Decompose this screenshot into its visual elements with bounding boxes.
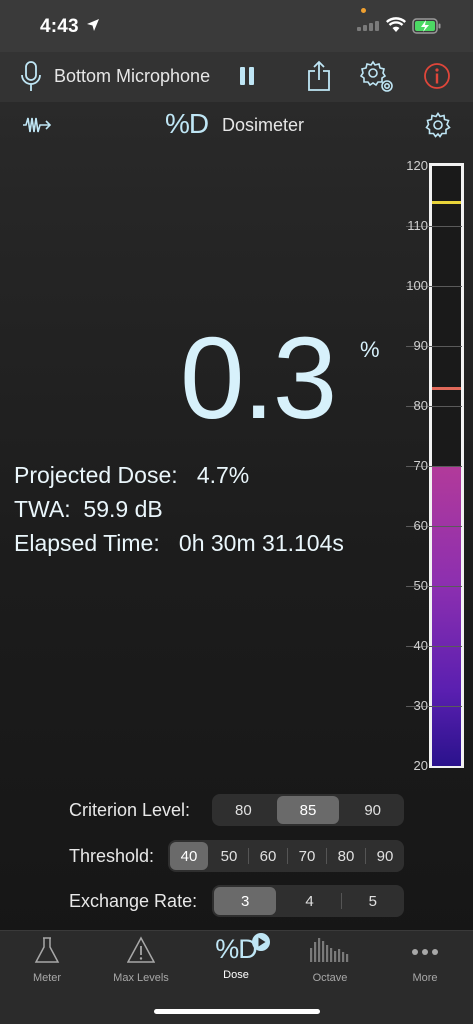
tab-meter[interactable]: Meter [2, 936, 92, 984]
meter-scale-label: 30 [413, 698, 428, 713]
tab-max-levels[interactable]: Max Levels [96, 936, 186, 984]
criterion-option-90[interactable]: 90 [341, 796, 404, 824]
location-arrow-icon [87, 19, 99, 31]
privacy-indicator-dot [361, 8, 366, 13]
more-dots-icon [412, 949, 438, 955]
meter-marker-line [432, 387, 461, 390]
threshold-option-60[interactable]: 60 [249, 842, 287, 870]
meter-level-fill [432, 466, 461, 766]
tab-label: Max Levels [113, 972, 169, 984]
meter-scale-label: 80 [413, 398, 428, 413]
wifi-icon [386, 17, 406, 32]
threshold-control[interactable]: 40 50 60 70 80 90 [168, 840, 404, 872]
projected-dose-value: 4.7% [196, 462, 250, 488]
pause-icon[interactable] [238, 66, 256, 86]
dose-unit: % [360, 337, 380, 362]
info-icon[interactable] [423, 62, 451, 90]
exchange-rate-label: Exchange Rate: [69, 891, 198, 911]
exchange-option-5[interactable]: 5 [342, 887, 404, 915]
play-badge-icon [251, 933, 270, 951]
meter-scale-label: 120 [406, 158, 428, 173]
meter-scale-label: 60 [413, 518, 428, 533]
meter-scale-label: 40 [413, 638, 428, 653]
meter-peak-line [432, 201, 461, 204]
tab-more[interactable]: More [380, 936, 470, 984]
twa-label: TWA: [14, 496, 71, 522]
threshold-option-90[interactable]: 90 [366, 842, 404, 870]
gear-icon[interactable] [425, 112, 451, 138]
criterion-option-80[interactable]: 80 [212, 796, 275, 824]
flask-icon [34, 937, 60, 963]
criterion-option-85[interactable]: 85 [276, 796, 340, 824]
exchange-option-4[interactable]: 4 [278, 887, 340, 915]
threshold-option-70[interactable]: 70 [288, 842, 326, 870]
microphone-icon[interactable] [20, 60, 42, 94]
meter-scale-label: 110 [407, 218, 428, 233]
audio-settings-gear-icon[interactable] [360, 60, 396, 94]
waveform-icon[interactable] [22, 114, 56, 136]
exchange-rate-control[interactable]: 345 [212, 885, 404, 917]
tab-label: Meter [32, 972, 62, 984]
meter-scale-label: 90 [413, 338, 428, 353]
dose-logo: %D [165, 108, 209, 139]
dose-icon: %D [215, 933, 270, 966]
page-title: Dosimeter [222, 115, 305, 135]
exchange-option-3[interactable]: 3 [214, 887, 277, 915]
elapsed-time-value: 0h 30m 31.104s [178, 530, 344, 556]
tab-label: Octave [312, 972, 348, 984]
meter-scale-label: 50 [413, 578, 428, 593]
projected-dose-label: Projected Dose: [14, 462, 178, 488]
threshold-label: Threshold: [69, 846, 155, 866]
threshold-option-40[interactable]: 40 [170, 842, 208, 870]
meter-scale-label: 20 [413, 758, 428, 773]
criterion-level-label: Criterion Level: [69, 800, 191, 820]
elapsed-time: Elapsed Time: 0h 30m 31.104s [14, 530, 344, 557]
status-time: 4:43 [40, 16, 79, 37]
criterion-level-control[interactable]: 80 85 90 [212, 794, 404, 826]
cellular-signal-icon [357, 21, 379, 31]
tab-label: More [412, 972, 438, 984]
microphone-selector[interactable]: Bottom Microphone [54, 66, 210, 87]
tab-label: Dose [223, 969, 249, 981]
home-indicator [154, 1009, 320, 1014]
projected-dose: Projected Dose: 4.7% [14, 462, 249, 489]
octave-bars-icon [310, 938, 349, 962]
threshold-option-50[interactable]: 50 [210, 842, 248, 870]
threshold-option-80[interactable]: 80 [327, 842, 365, 870]
tab-dose[interactable]: %D Dose [191, 933, 281, 981]
battery-charging-icon [412, 18, 441, 34]
meter-scale-label: 100 [406, 278, 428, 293]
dose-percent-value: 0.3 [180, 313, 337, 443]
elapsed-time-label: Elapsed Time: [14, 530, 160, 556]
twa-value: 59.9 dB [83, 496, 163, 522]
share-icon[interactable] [306, 60, 332, 92]
warning-icon [126, 936, 156, 963]
twa: TWA: 59.9 dB [14, 496, 163, 523]
meter-scale-label: 70 [413, 458, 428, 473]
tab-octave[interactable]: Octave [285, 936, 375, 984]
